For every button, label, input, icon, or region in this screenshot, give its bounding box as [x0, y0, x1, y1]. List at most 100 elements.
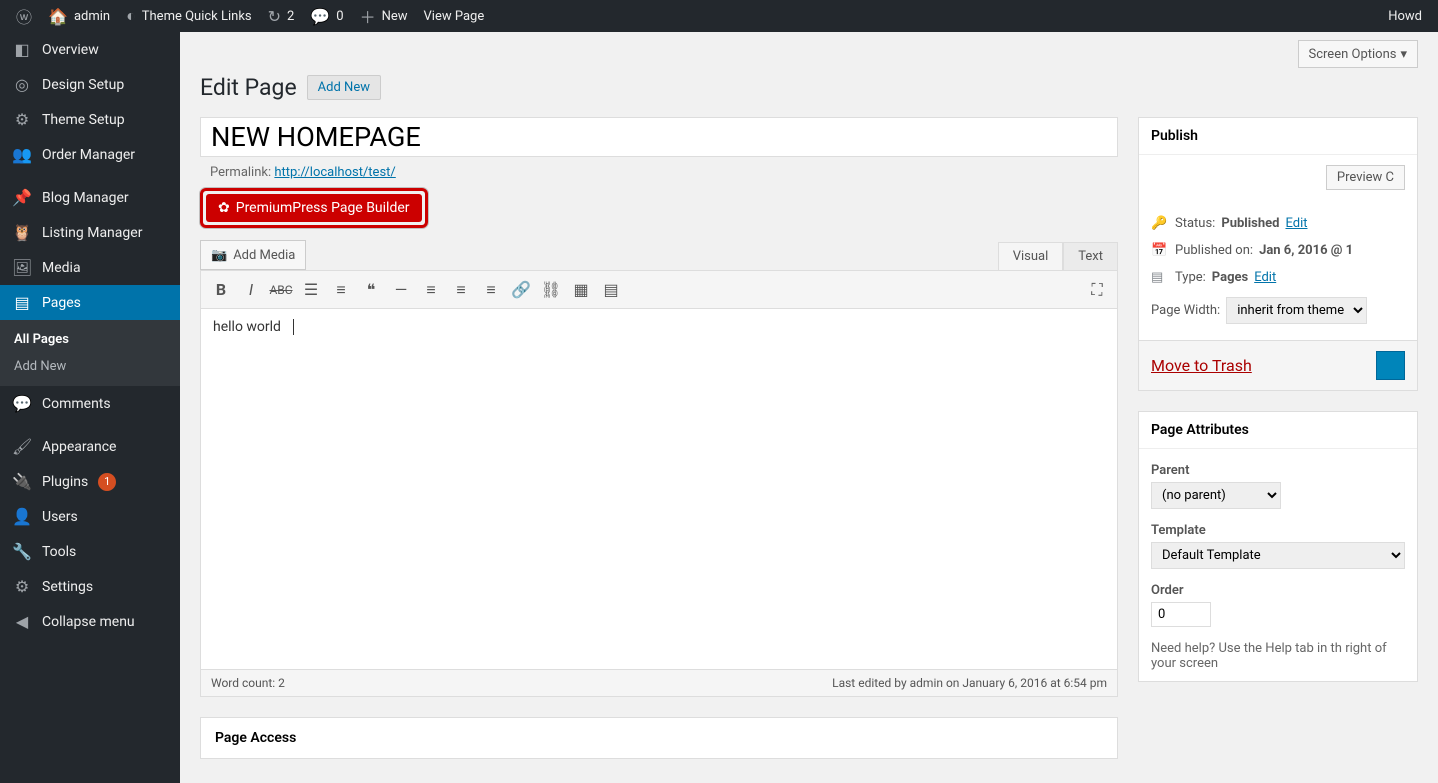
theme-quick-links[interactable]: ◐Theme Quick Links: [118, 0, 260, 32]
comments-count: 0: [336, 9, 343, 24]
camera-icon: 📷: [211, 248, 227, 263]
collapse-menu[interactable]: ◀Collapse menu: [0, 604, 180, 639]
view-page[interactable]: View Page: [416, 0, 493, 32]
last-edited: Last edited by admin on January 6, 2016 …: [832, 676, 1107, 690]
page-attributes-title: Page Attributes: [1139, 412, 1417, 449]
permalink-label: Permalink:: [210, 165, 271, 180]
sidebar-item-settings[interactable]: ⚙ Settings: [0, 569, 180, 604]
target-icon: ◎: [12, 75, 32, 94]
sidebar-item-overview[interactable]: ◧ Overview: [0, 32, 180, 67]
hr-button[interactable]: —: [387, 276, 415, 304]
link-button[interactable]: 🔗: [507, 276, 535, 304]
sidebar-item-label: Tools: [42, 544, 76, 560]
pages-submenu: All Pages Add New: [0, 320, 180, 386]
sidebar-item-label: Order Manager: [42, 147, 135, 163]
italic-button[interactable]: I: [237, 276, 265, 304]
chevron-down-icon: ▾: [1400, 47, 1407, 62]
page-access-title: Page Access: [201, 718, 1117, 758]
screen-options-button[interactable]: Screen Options▾: [1298, 40, 1419, 68]
unlink-button[interactable]: ⛓: [537, 276, 565, 304]
premium-press-button-highlight: ✿PremiumPress Page Builder: [200, 188, 428, 228]
edit-status-link[interactable]: Edit: [1285, 216, 1307, 231]
sidebar-item-label: Settings: [42, 579, 93, 595]
howdy[interactable]: Howd: [1380, 9, 1430, 24]
align-left-button[interactable]: ≡: [417, 276, 445, 304]
bold-button[interactable]: B: [207, 276, 235, 304]
sidebar-item-pages[interactable]: ▤Pages: [0, 285, 180, 320]
parent-label: Parent: [1151, 459, 1405, 482]
fullscreen-button[interactable]: ⛶: [1083, 276, 1111, 304]
editor-tabs: Visual Text: [998, 242, 1118, 270]
parent-select[interactable]: (no parent): [1151, 482, 1281, 509]
user-icon: 👤: [12, 507, 32, 526]
add-new-button[interactable]: Add New: [307, 75, 381, 100]
comments[interactable]: 💬0: [302, 0, 351, 32]
post-title-input[interactable]: [200, 117, 1118, 157]
sidebar-item-media[interactable]: 🖼 Media: [0, 250, 180, 285]
sidebar-item-theme-setup[interactable]: ⚙Theme Setup: [0, 102, 180, 137]
sliders-icon: ⚙: [12, 577, 32, 596]
sidebar-item-label: Appearance: [42, 439, 116, 455]
collapse-label: Collapse menu: [42, 614, 135, 630]
pin-icon: 📌: [12, 188, 32, 207]
numbered-list-button[interactable]: ≡: [327, 276, 355, 304]
theme-quick-links-label: Theme Quick Links: [142, 9, 252, 24]
sidebar-item-label: Users: [42, 509, 78, 525]
gauge-icon: ◧: [12, 40, 32, 59]
plugins-badge: 1: [98, 473, 116, 491]
sidebar-item-blog-manager[interactable]: 📌Blog Manager: [0, 180, 180, 215]
sidebar-item-comments[interactable]: 💬Comments: [0, 386, 180, 421]
update-button[interactable]: [1376, 351, 1405, 380]
template-select[interactable]: Default Template: [1151, 542, 1405, 569]
sidebar-item-appearance[interactable]: 🖌Appearance: [0, 429, 180, 464]
permalink-row: Permalink: http://localhost/test/: [200, 157, 1118, 186]
permalink-url[interactable]: http://localhost/test/: [274, 165, 395, 180]
plug-icon: 🔌: [12, 472, 32, 491]
published-value: Jan 6, 2016 @ 1: [1259, 243, 1353, 258]
sidebar-item-label: Overview: [42, 42, 99, 58]
status-label: Status:: [1175, 216, 1215, 231]
move-to-trash-link[interactable]: Move to Trash: [1151, 356, 1252, 375]
add-media-button[interactable]: 📷Add Media: [200, 240, 306, 270]
site-name-label: admin: [74, 9, 110, 24]
sidebar-item-listing-manager[interactable]: 🦉Listing Manager: [0, 215, 180, 250]
media-icon: 🖼: [12, 258, 32, 277]
sidebar-item-label: Media: [42, 260, 81, 276]
sidebar-item-users[interactable]: 👤 Users: [0, 499, 180, 534]
status-value: Published: [1221, 216, 1279, 231]
sidebar-item-tools[interactable]: 🔧Tools: [0, 534, 180, 569]
edit-type-link[interactable]: Edit: [1254, 270, 1276, 285]
new-content[interactable]: ＋New: [352, 0, 416, 32]
site-name[interactable]: 🏠admin: [40, 0, 118, 32]
gear-icon: ✿: [218, 200, 230, 216]
more-button[interactable]: ▦: [567, 276, 595, 304]
editor-text: hello world: [213, 319, 281, 335]
align-right-button[interactable]: ≡: [477, 276, 505, 304]
new-label: New: [382, 9, 408, 24]
updates[interactable]: ↻2: [260, 0, 303, 32]
order-input[interactable]: [1151, 602, 1211, 627]
comment-icon: 💬: [12, 394, 32, 413]
bullet-list-button[interactable]: ☰: [297, 276, 325, 304]
tab-visual[interactable]: Visual: [998, 242, 1064, 270]
submenu-add-new[interactable]: Add New: [0, 353, 180, 380]
align-center-button[interactable]: ≡: [447, 276, 475, 304]
editor-content[interactable]: hello world: [201, 309, 1117, 669]
submenu-all-pages[interactable]: All Pages: [0, 326, 180, 353]
toolbar-toggle-button[interactable]: ▤: [597, 276, 625, 304]
tab-text[interactable]: Text: [1063, 242, 1118, 270]
editor-toolbar: B I ABC ☰ ≡ ❝ — ≡ ≡ ≡ 🔗 ⛓ ▦ ▤ ⛶: [201, 271, 1117, 309]
publish-panel: Publish Preview C 🔑Status: Published Edi…: [1138, 117, 1418, 391]
blockquote-button[interactable]: ❝: [357, 276, 385, 304]
sidebar-item-plugins[interactable]: 🔌Plugins1: [0, 464, 180, 499]
page-width-select[interactable]: inherit from theme: [1226, 297, 1367, 324]
preview-button[interactable]: Preview C: [1326, 165, 1405, 190]
premium-press-page-builder-button[interactable]: ✿PremiumPress Page Builder: [206, 194, 422, 222]
sidebar-item-design-setup[interactable]: ◎Design Setup: [0, 67, 180, 102]
page-attributes-panel: Page Attributes Parent (no parent) Templ…: [1138, 411, 1418, 682]
list-icon: ▤: [1151, 270, 1169, 285]
key-icon: 🔑: [1151, 216, 1169, 231]
wp-logo[interactable]: ⓦ: [8, 0, 40, 32]
sidebar-item-order-manager[interactable]: 👥Order Manager: [0, 137, 180, 172]
strikethrough-button[interactable]: ABC: [267, 276, 295, 304]
